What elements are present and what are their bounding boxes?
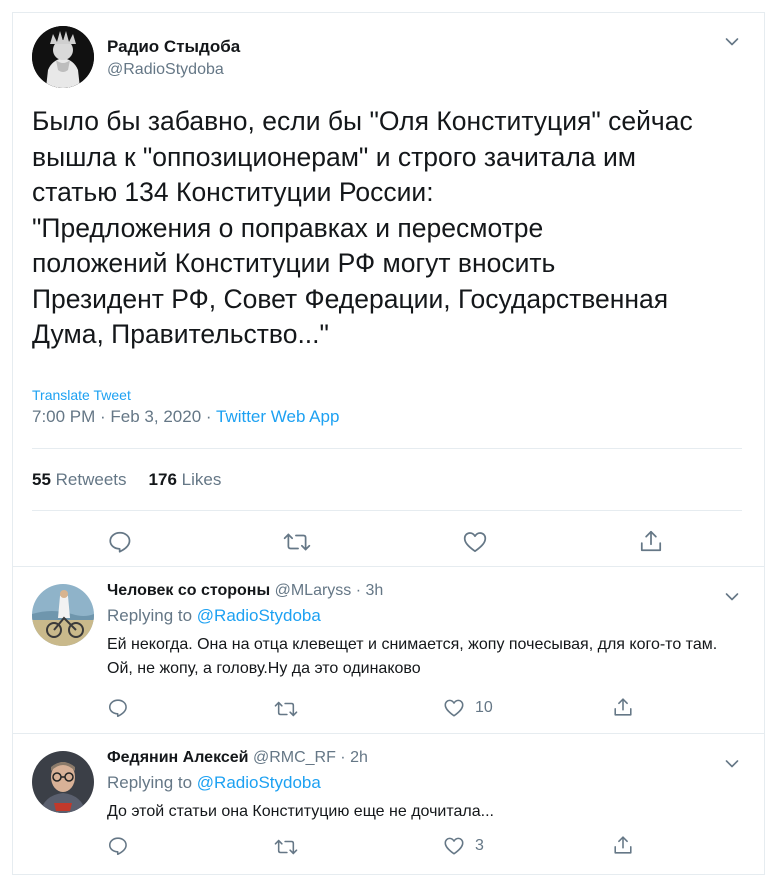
reply-author-avatar[interactable] <box>32 751 94 813</box>
divider <box>32 448 742 449</box>
retweets-count: 55 <box>32 470 51 489</box>
like-count: 3 <box>475 837 484 854</box>
heart-icon <box>444 699 464 717</box>
tweet-stats: 55 Retweets 176 Likes <box>32 470 221 490</box>
tweet-source-app[interactable]: Twitter Web App <box>216 407 339 426</box>
likes-label: Likes <box>181 470 222 489</box>
divider <box>32 510 742 511</box>
reply-text: До этой статьи она Конституцию еще не до… <box>107 803 494 820</box>
reply-separator: · <box>335 749 351 766</box>
reply-header: Федянин Алексей @RMC_RF · 2h <box>107 749 368 767</box>
replying-to-prefix: Replying to <box>107 773 197 792</box>
retweet-button[interactable] <box>283 529 311 555</box>
reply-icon <box>108 837 127 856</box>
retweets-stat[interactable]: 55 Retweets <box>32 470 127 489</box>
author-avatar[interactable] <box>32 26 94 88</box>
retweets-label: Retweets <box>55 470 127 489</box>
like-button[interactable]: 3 <box>443 835 484 857</box>
reply-header: Человек со стороны @MLaryss · 3h <box>107 582 383 600</box>
reply-button[interactable] <box>107 835 129 857</box>
replying-to-link[interactable]: @RadioStydoba <box>197 606 321 625</box>
reply-button[interactable] <box>107 529 133 555</box>
retweet-icon <box>283 533 311 551</box>
likes-stat[interactable]: 176 Likes <box>149 470 222 489</box>
translate-tweet-link[interactable]: Translate Tweet <box>32 387 131 403</box>
reply-author-name[interactable]: Человек со стороны <box>107 582 270 599</box>
reply-icon <box>108 699 127 718</box>
reply-tweet[interactable]: Федянин Алексей @RMC_RF · 2h Replying to… <box>12 734 765 875</box>
reply-author-name[interactable]: Федянин Алексей <box>107 749 249 766</box>
author-handle[interactable]: @RadioStydoba <box>107 61 224 79</box>
share-icon <box>640 530 662 552</box>
chevron-down-icon[interactable] <box>725 759 739 769</box>
share-icon <box>614 836 632 854</box>
reply-button[interactable] <box>107 697 129 719</box>
author-name[interactable]: Радио Стыдоба <box>107 37 240 57</box>
tweet-meta: 7:00 PM · Feb 3, 2020 · Twitter Web App <box>32 407 339 427</box>
retweet-button[interactable] <box>274 836 298 858</box>
reply-icon <box>109 531 131 553</box>
share-button[interactable] <box>638 528 664 554</box>
like-button[interactable]: 10 <box>443 697 493 719</box>
retweet-icon <box>274 839 298 855</box>
tweet-timestamp[interactable]: 7:00 PM · Feb 3, 2020 · <box>32 407 216 426</box>
replying-to-prefix: Replying to <box>107 606 197 625</box>
tweet-text: Было бы забавно, если бы "Оля Конституци… <box>32 106 693 349</box>
like-count: 10 <box>475 699 493 716</box>
likes-count: 176 <box>148 470 177 489</box>
main-tweet: Радио Стыдоба @RadioStydoba Было бы заба… <box>12 12 765 567</box>
share-button[interactable] <box>612 696 634 718</box>
reply-author-handle[interactable]: @MLaryss <box>275 582 352 599</box>
reply-tweet[interactable]: Человек со стороны @MLaryss · 3h Replyin… <box>12 567 765 734</box>
retweet-button[interactable] <box>274 698 298 720</box>
reply-author-avatar[interactable] <box>32 584 94 646</box>
replying-to: Replying to @RadioStydoba <box>107 606 321 626</box>
reply-separator: · <box>351 582 366 599</box>
reply-time[interactable]: 2h <box>350 749 368 766</box>
heart-icon <box>444 837 464 855</box>
heart-icon <box>463 532 487 553</box>
reply-time[interactable]: 3h <box>366 582 384 599</box>
replying-to: Replying to @RadioStydoba <box>107 773 321 793</box>
chevron-down-icon[interactable] <box>725 37 739 47</box>
chevron-down-icon[interactable] <box>725 592 739 602</box>
reply-author-handle[interactable]: @RMC_RF <box>253 749 336 766</box>
share-icon <box>614 698 632 716</box>
reply-text: Ей некогда. Она на отца клевещет и снима… <box>107 636 718 677</box>
share-button[interactable] <box>612 834 634 856</box>
replying-to-link[interactable]: @RadioStydoba <box>197 773 321 792</box>
retweet-icon <box>274 701 298 717</box>
like-button[interactable] <box>462 529 488 555</box>
